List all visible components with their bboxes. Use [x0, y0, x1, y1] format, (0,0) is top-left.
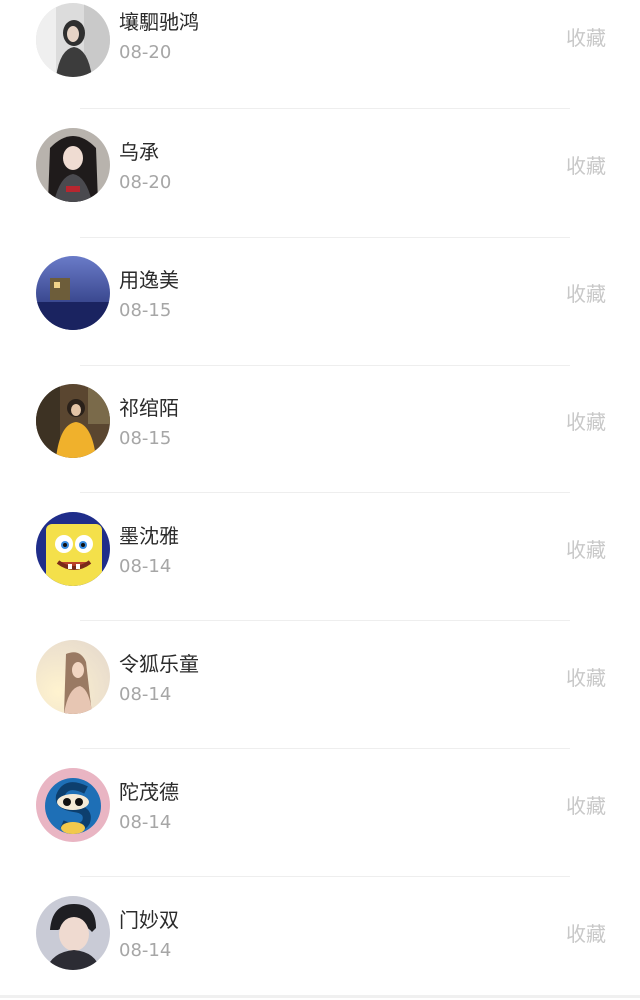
favorite-button[interactable]: 收藏 — [566, 666, 606, 690]
avatar[interactable] — [36, 896, 110, 970]
favorite-button[interactable]: 收藏 — [566, 538, 606, 562]
item-name: 乌承 — [119, 140, 159, 164]
avatar[interactable] — [36, 640, 110, 714]
item-name: 壤駟驰鸿 — [119, 10, 199, 34]
item-name: 祁绾陌 — [119, 396, 179, 420]
favorite-button[interactable]: 收藏 — [566, 410, 606, 434]
list-item[interactable]: 陀茂德 08-14 收藏 — [0, 744, 640, 872]
list-item[interactable]: 门妙双 08-14 收藏 — [0, 872, 640, 1000]
list-item[interactable]: 墨沈雅 08-14 收藏 — [0, 488, 640, 616]
item-date: 08-14 — [119, 812, 172, 833]
avatar[interactable] — [36, 256, 110, 330]
item-date: 08-20 — [119, 172, 172, 193]
list-item[interactable]: 用逸美 08-15 收藏 — [0, 232, 640, 360]
item-date: 08-15 — [119, 428, 172, 449]
item-date: 08-14 — [119, 940, 172, 961]
list-item[interactable]: 令狐乐童 08-14 收藏 — [0, 616, 640, 744]
list-item[interactable]: 壤駟驰鸿 08-20 收藏 — [0, 0, 640, 104]
favorite-button[interactable]: 收藏 — [566, 922, 606, 946]
item-date: 08-14 — [119, 684, 172, 705]
item-date: 08-20 — [119, 42, 172, 63]
item-name: 令狐乐童 — [119, 652, 199, 676]
avatar[interactable] — [36, 384, 110, 458]
avatar[interactable] — [36, 128, 110, 202]
item-name: 墨沈雅 — [119, 524, 179, 548]
favorites-list: 壤駟驰鸿 08-20 收藏 乌承 08-20 收藏 用逸美 08-15 收藏 祁… — [0, 0, 640, 998]
list-item[interactable]: 乌承 08-20 收藏 — [0, 104, 640, 232]
item-date: 08-15 — [119, 300, 172, 321]
favorite-button[interactable]: 收藏 — [566, 26, 606, 50]
favorite-button[interactable]: 收藏 — [566, 794, 606, 818]
item-name: 用逸美 — [119, 268, 179, 292]
item-name: 门妙双 — [119, 908, 179, 932]
item-date: 08-14 — [119, 556, 172, 577]
list-item[interactable]: 祁绾陌 08-15 收藏 — [0, 360, 640, 488]
avatar[interactable] — [36, 768, 110, 842]
item-name: 陀茂德 — [119, 780, 179, 804]
avatar[interactable] — [36, 3, 110, 77]
favorite-button[interactable]: 收藏 — [566, 282, 606, 306]
favorite-button[interactable]: 收藏 — [566, 154, 606, 178]
avatar[interactable] — [36, 512, 110, 586]
